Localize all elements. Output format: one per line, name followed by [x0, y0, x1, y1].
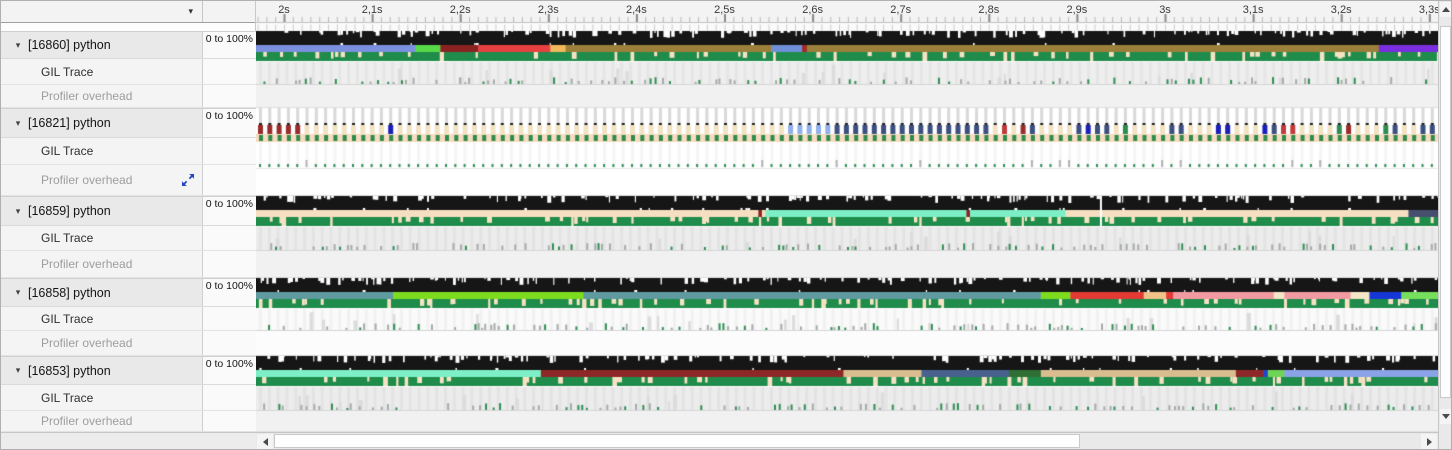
usage-range-label: 0 to 100% — [203, 32, 256, 58]
horizontal-scrollbar[interactable] — [256, 432, 1438, 449]
row-label: Profiler overhead — [41, 257, 132, 271]
process-row-16859[interactable]: ▾[16859] python 0 to 100% — [1, 196, 256, 226]
row-label: GIL Trace — [41, 391, 93, 405]
thread-sidebar: ▾ ▾[16860] python0 to 100%GIL TraceProfi… — [1, 1, 256, 432]
process-row-16853[interactable]: ▾[16853] python 0 to 100% — [1, 356, 256, 385]
row-label: Profiler overhead — [41, 336, 132, 350]
sidebar-spacer — [1, 23, 255, 31]
collapse-icon[interactable]: ▾ — [8, 40, 28, 51]
row-label: Profiler overhead — [41, 173, 132, 187]
axis-tick-label: 2,8s — [978, 4, 999, 16]
scroll-right-icon — [1427, 438, 1432, 446]
timeline-canvas[interactable] — [256, 1, 1438, 432]
profiler-overhead-row-16821[interactable]: Profiler overhead — [1, 165, 256, 196]
axis-tick-label: 3s — [1159, 4, 1171, 16]
filter-dropdown[interactable]: ▾ — [1, 1, 203, 22]
gil-trace-row-16821[interactable]: GIL Trace — [1, 138, 256, 165]
process-row-16860[interactable]: ▾[16860] python 0 to 100% — [1, 31, 256, 59]
gil-trace-row-16859[interactable]: GIL Trace — [1, 226, 256, 251]
profiler-overhead-row-16853[interactable]: Profiler overhead — [1, 411, 256, 432]
usage-range-label: 0 to 100% — [203, 109, 256, 137]
profiler-overhead-row-16859[interactable]: Profiler overhead — [1, 251, 256, 278]
process-label: [16858] python — [28, 286, 111, 300]
scroll-left-icon — [263, 438, 268, 446]
row-label: Profiler overhead — [41, 89, 132, 103]
axis-tick-label: 3,3s — [1419, 4, 1438, 16]
axis-tick-label: 2,4s — [626, 4, 647, 16]
process-label: [16860] python — [28, 38, 111, 52]
horizontal-scroll-thumb[interactable] — [274, 434, 1080, 448]
process-row-16858[interactable]: ▾[16858] python 0 to 100% — [1, 278, 256, 307]
row-label: Profiler overhead — [41, 414, 132, 428]
usage-range-label: 0 to 100% — [203, 279, 256, 306]
process-label: [16853] python — [28, 364, 111, 378]
axis-tick-label: 3,1s — [1243, 4, 1264, 16]
row-label: GIL Trace — [41, 312, 93, 326]
vertical-scrollbar[interactable] — [1438, 1, 1452, 449]
scroll-right-button[interactable] — [1421, 434, 1437, 449]
profiler-overhead-row-16858[interactable]: Profiler overhead — [1, 331, 256, 356]
scroll-left-button[interactable] — [257, 434, 273, 449]
collapse-icon[interactable]: ▾ — [8, 118, 28, 129]
scrollbar-corner — [1, 432, 256, 449]
vertical-scroll-thumb[interactable] — [1440, 26, 1451, 398]
axis-tick-label: 2,5s — [714, 4, 735, 16]
axis-tick-label: 3,2s — [1331, 4, 1352, 16]
row-label: GIL Trace — [41, 231, 93, 245]
profiler-overhead-row-16860[interactable]: Profiler overhead — [1, 85, 256, 108]
axis-tick-label: 2,1s — [362, 4, 383, 16]
axis-tick-label: 2,7s — [890, 4, 911, 16]
collapse-icon[interactable]: ▾ — [8, 206, 28, 217]
chevron-down-icon: ▾ — [188, 7, 193, 16]
expand-icon[interactable] — [181, 173, 195, 187]
axis-tick-label: 2,9s — [1066, 4, 1087, 16]
row-label: GIL Trace — [41, 65, 93, 79]
scroll-up-button[interactable] — [1440, 2, 1452, 17]
time-axis[interactable]: 2s 2,1s 2,2s 2,3s 2,4s 2,5s 2,6s 2,7s 2,8s 2,9s 3s… — [256, 1, 1438, 23]
row-label: GIL Trace — [41, 144, 93, 158]
gil-trace-row-16853[interactable]: GIL Trace — [1, 385, 256, 411]
sidebar-header: ▾ — [1, 1, 255, 23]
usage-range-label: 0 to 100% — [203, 197, 256, 225]
scroll-up-icon — [1442, 7, 1450, 12]
collapse-icon[interactable]: ▾ — [8, 365, 28, 376]
scroll-down-icon — [1442, 414, 1450, 419]
profiler-window: 2s 2,1s 2,2s 2,3s 2,4s 2,5s 2,6s 2,7s 2,8s 2,9s 3s… — [0, 0, 1452, 450]
axis-tick-label: 2,2s — [450, 4, 471, 16]
process-label: [16859] python — [28, 204, 111, 218]
gil-trace-row-16860[interactable]: GIL Trace — [1, 59, 256, 85]
gil-trace-row-16858[interactable]: GIL Trace — [1, 307, 256, 331]
process-row-16821[interactable]: ▾[16821] python 0 to 100% — [1, 108, 256, 138]
axis-tick-label: 2,6s — [802, 4, 823, 16]
scroll-down-button[interactable] — [1440, 409, 1452, 424]
axis-tick-label: 2,3s — [538, 4, 559, 16]
usage-range-label: 0 to 100% — [203, 357, 256, 384]
collapse-icon[interactable]: ▾ — [8, 287, 28, 298]
axis-tick-label: 2s — [278, 4, 290, 16]
process-label: [16821] python — [28, 116, 111, 130]
